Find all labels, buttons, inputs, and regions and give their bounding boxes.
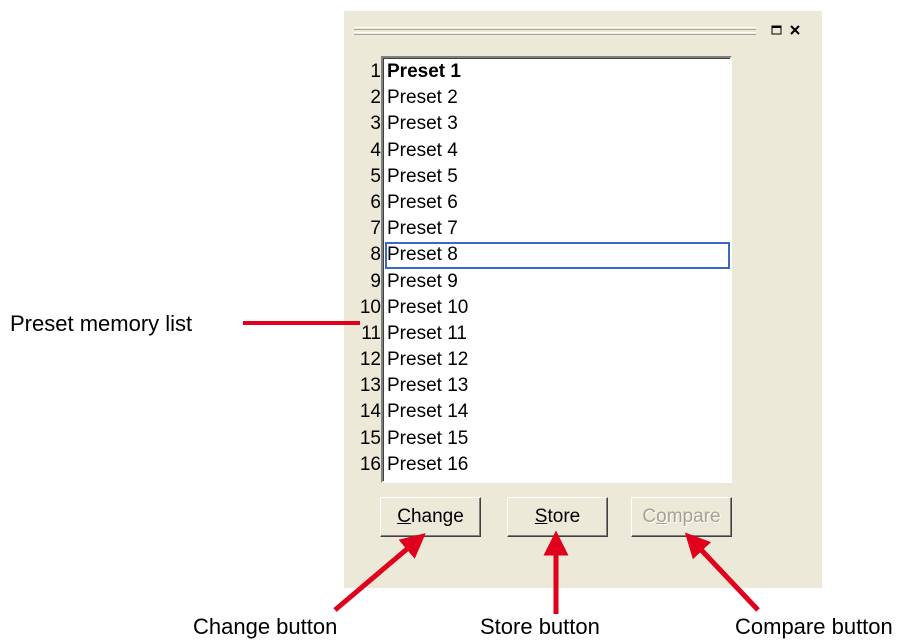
panel-drag-grip[interactable] <box>354 26 756 38</box>
preset-memory-list[interactable]: Preset 1 Preset 2 Preset 3 Preset 4 Preset 5… <box>381 56 732 483</box>
grip-line <box>354 27 756 30</box>
preset-list-item[interactable]: Preset 10 <box>385 295 730 321</box>
preset-list-item[interactable]: Preset 8 <box>385 242 730 269</box>
canvas: 1 2 3 4 5 6 7 8 9 10 11 12 13 14 15 16 Preset 1 Preset 2… <box>0 0 923 641</box>
preset-list-item[interactable]: Preset 9 <box>385 269 730 295</box>
compare-button-accel: o <box>656 506 667 527</box>
preset-number: 6 <box>370 191 381 213</box>
grip-line <box>354 32 756 35</box>
preset-list-item[interactable]: Preset 12 <box>385 347 730 373</box>
change-button-label: hange <box>410 506 464 527</box>
close-x-icon[interactable] <box>787 23 802 37</box>
preset-list-item[interactable]: Preset 3 <box>385 111 730 137</box>
preset-list-item[interactable]: Preset 1 <box>385 59 730 85</box>
preset-list-item[interactable]: Preset 2 <box>385 85 730 111</box>
store-button-label: tore <box>547 506 581 527</box>
preset-list-item[interactable]: Preset 14 <box>385 399 730 425</box>
store-button-label-callout: Store button <box>480 614 600 639</box>
store-button[interactable]: Store <box>507 497 608 537</box>
preset-number: 11 <box>361 322 381 344</box>
preset-number: 3 <box>370 113 381 135</box>
preset-number: 7 <box>370 218 381 240</box>
preset-list-items: Preset 1 Preset 2 Preset 3 Preset 4 Preset 5… <box>385 59 730 478</box>
preset-list-item[interactable]: Preset 5 <box>385 164 730 190</box>
preset-number: 12 <box>359 349 381 371</box>
preset-list-item[interactable]: Preset 6 <box>385 190 730 216</box>
preset-number: 8 <box>370 244 381 266</box>
preset-number: 2 <box>370 87 381 109</box>
preset-list-item[interactable]: Preset 15 <box>385 426 730 452</box>
preset-memory-list-label: Preset memory list <box>10 311 193 336</box>
store-button-accel: S <box>534 506 548 527</box>
restore-window-icon[interactable] <box>769 23 784 37</box>
preset-number: 13 <box>359 375 381 397</box>
preset-number: 4 <box>370 139 381 161</box>
preset-list-item[interactable]: Preset 4 <box>385 138 730 164</box>
preset-number: 16 <box>359 453 381 475</box>
preset-number: 1 <box>370 61 381 82</box>
compare-button-label: mpare <box>666 506 721 527</box>
preset-number: 14 <box>359 401 381 423</box>
preset-list-item[interactable]: Preset 7 <box>385 216 730 242</box>
preset-list-item[interactable]: Preset 11 <box>385 321 730 347</box>
change-button[interactable]: Change <box>380 497 481 537</box>
change-button-label-callout: Change button <box>193 614 338 639</box>
preset-number: 5 <box>370 165 381 187</box>
preset-number: 9 <box>370 270 381 292</box>
change-button-accel: C <box>397 506 411 527</box>
compare-button-label-callout: Compare button <box>735 614 893 639</box>
compare-button-prefix: C <box>642 506 657 527</box>
preset-list-item[interactable]: Preset 16 <box>385 452 730 478</box>
preset-list-item[interactable]: Preset 13 <box>385 373 730 399</box>
preset-panel: 1 2 3 4 5 6 7 8 9 10 11 12 13 14 15 16 Preset 1 Preset 2… <box>344 11 822 588</box>
preset-number: 15 <box>359 427 381 449</box>
preset-number: 10 <box>359 296 381 318</box>
preset-number-column: 1 2 3 4 5 6 7 8 9 10 11 12 13 14 15 16 <box>344 59 381 478</box>
compare-button[interactable]: Co mpare <box>631 497 732 537</box>
